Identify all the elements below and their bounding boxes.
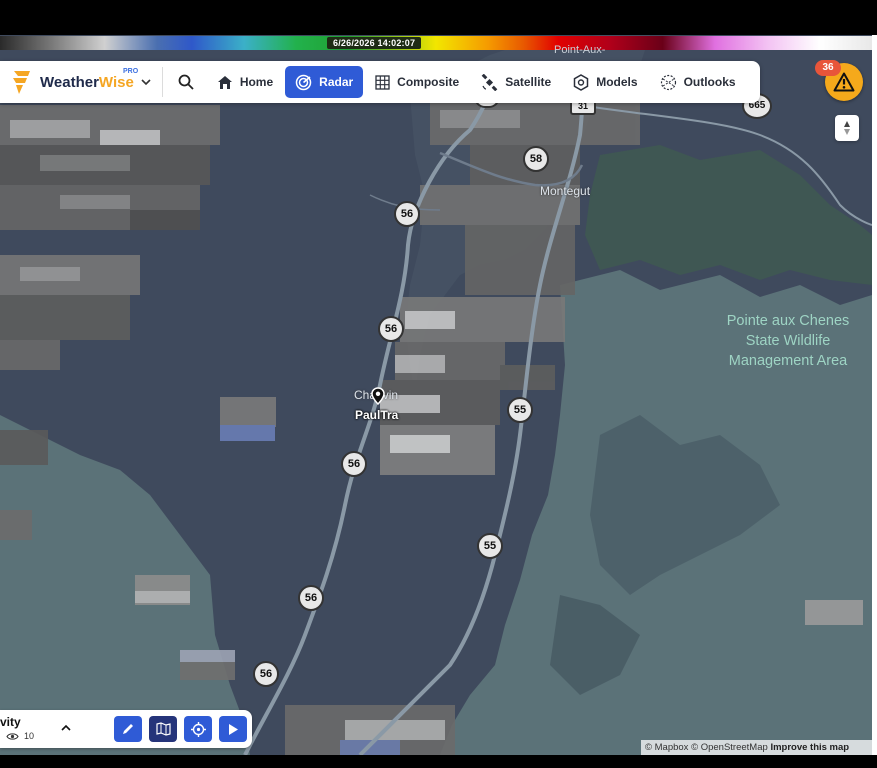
map-frame[interactable] (0, 35, 872, 755)
radar-timestamp: 6/26/2026 14:02:07 (327, 37, 422, 49)
chevron-up-icon[interactable] (60, 723, 72, 733)
satellite-icon (481, 73, 498, 91)
layer-viewers-count: 10 (24, 731, 35, 741)
draw-tool-button[interactable] (114, 716, 142, 742)
layer-name: vity (0, 715, 21, 729)
map-icon (155, 722, 171, 736)
layer-panel: vity 10 (0, 710, 252, 748)
route-shield: 55 (477, 533, 503, 559)
top-toolbar: WeatherWise PRO Home Radar Composite Sat… (0, 61, 760, 103)
window-edge (872, 35, 877, 755)
wildlife-area-label: Pointe aux Chenes State Wildlife Managem… (718, 311, 858, 371)
wildlife-area-line3: Management Area (728, 353, 848, 369)
nav-radar-label: Radar (319, 75, 354, 89)
wildlife-area-line2: State Wildlife (745, 333, 831, 349)
search-button[interactable] (171, 67, 201, 97)
crosshair-icon (190, 721, 206, 737)
map-attribution: © Mapbox © OpenStreetMap Improve this ma… (641, 740, 876, 755)
compass-icon (844, 121, 850, 135)
nav-composite-label: Composite (397, 75, 460, 89)
attribution-improve[interactable]: Improve this map (770, 742, 849, 753)
hexagon-icon (573, 73, 589, 91)
place-label-montegut: Montegut (540, 184, 591, 198)
eye-icon (6, 732, 19, 740)
route-shield: 56 (341, 451, 367, 477)
weatherwise-logo-icon (13, 71, 30, 94)
play-icon (229, 723, 238, 735)
place-label-paultra: PaulTra (355, 408, 399, 422)
play-button[interactable] (219, 716, 247, 742)
place-label-point-aux: Point-Aux- (554, 44, 606, 56)
compass-button[interactable] (835, 115, 859, 141)
locate-button[interactable] (184, 716, 212, 742)
route-shield: 56 (394, 201, 420, 227)
nav-satellite-button[interactable]: Satellite (471, 66, 561, 98)
nav-home-label: Home (239, 75, 274, 89)
wildlife-area-line1: Pointe aux Chenes (726, 313, 850, 329)
nav-models-label: Models (596, 75, 638, 89)
map-layers-button[interactable] (149, 716, 177, 742)
route-shield: 58 (523, 146, 549, 172)
globe-icon (660, 74, 676, 90)
toolbar-divider (161, 67, 163, 97)
route-shield: 56 (298, 585, 324, 611)
nav-outlooks-button[interactable]: Outlooks (650, 66, 746, 98)
radar-icon (295, 74, 312, 90)
chevron-down-icon[interactable] (140, 76, 152, 88)
route-shield: 56 (378, 316, 404, 342)
grid-icon (375, 74, 390, 90)
nav-satellite-label: Satellite (505, 75, 552, 89)
map-pin-icon[interactable] (371, 387, 385, 410)
pro-badge: PRO (123, 68, 139, 75)
map-canvas[interactable] (0, 35, 872, 755)
attribution-osm[interactable]: © OpenStreetMap (691, 742, 768, 753)
route-shield: 56 (253, 661, 279, 687)
nav-radar-button[interactable]: Radar (285, 66, 364, 98)
layer-viewers: 10 (6, 731, 34, 741)
app-name-wise: Wise (98, 73, 134, 91)
nav-outlooks-label: Outlooks (683, 75, 736, 89)
radar-color-legend (0, 36, 872, 50)
nav-home-button[interactable]: Home (207, 66, 283, 98)
app-logo[interactable]: WeatherWise PRO (10, 61, 152, 103)
nav-composite-button[interactable]: Composite (365, 66, 469, 98)
pencil-icon (123, 724, 133, 734)
attribution-mapbox[interactable]: © Mapbox (645, 742, 688, 753)
route-shield: 55 (507, 397, 533, 423)
search-icon (178, 74, 194, 90)
app-name-weather: Weather (40, 73, 99, 91)
home-icon (217, 75, 232, 89)
nav-models-button[interactable]: Models (563, 66, 647, 98)
alerts-count-badge: 36 (815, 60, 841, 76)
